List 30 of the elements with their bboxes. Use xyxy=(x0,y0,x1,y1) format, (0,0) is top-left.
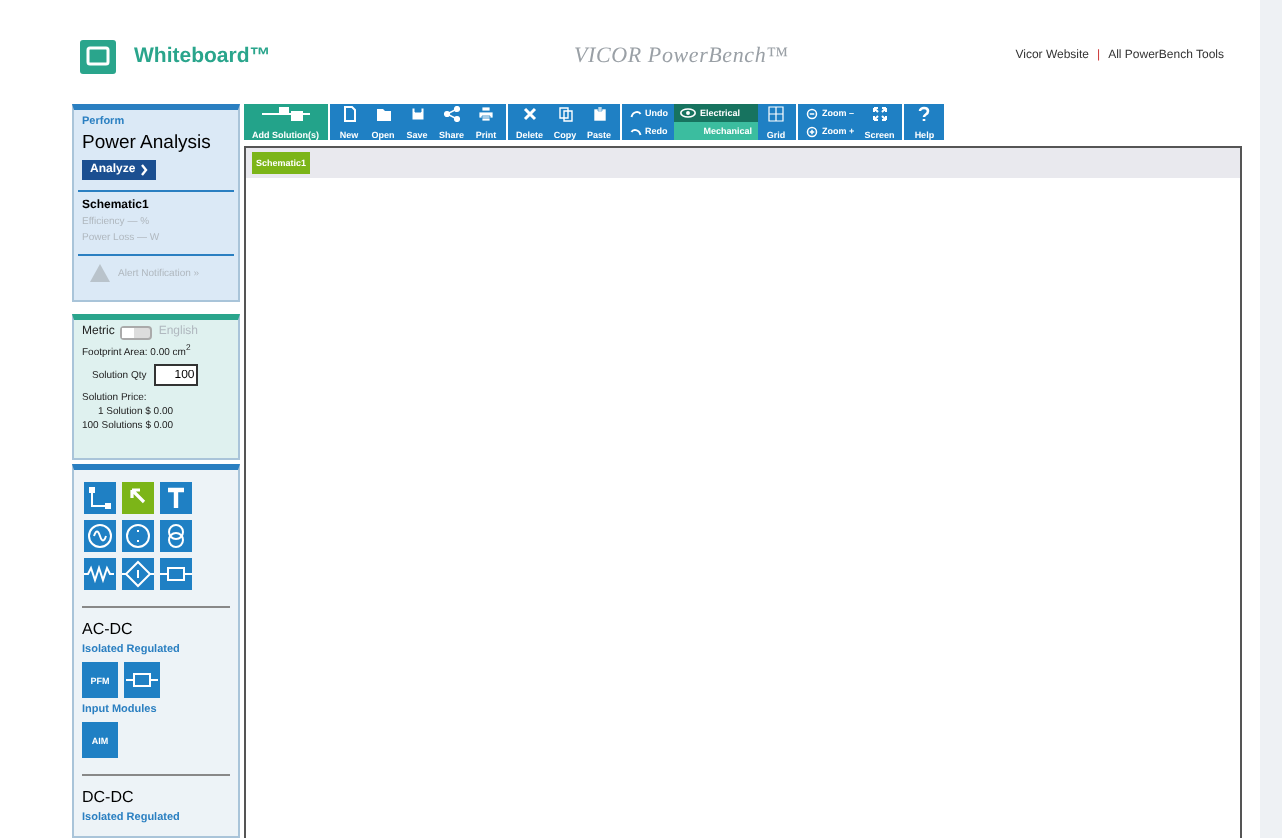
transformer-icon[interactable] xyxy=(160,520,192,552)
whiteboard-logo-icon xyxy=(80,39,116,73)
unit-toggle[interactable] xyxy=(120,325,153,340)
text-icon[interactable] xyxy=(160,482,192,514)
zoom-in-icon xyxy=(806,125,819,137)
x-icon xyxy=(521,106,538,122)
dc-source-icon[interactable] xyxy=(122,520,154,552)
share-icon xyxy=(443,106,460,122)
ac-source-icon[interactable] xyxy=(84,520,116,552)
brand-title: VICOR PowerBench™ xyxy=(574,44,789,68)
resistor-icon[interactable] xyxy=(84,558,116,590)
folder-icon xyxy=(375,106,391,122)
chevron-icon xyxy=(139,164,148,176)
warning-icon xyxy=(90,264,110,282)
diode-bridge-icon[interactable] xyxy=(122,558,154,590)
connector-icon xyxy=(261,106,310,122)
panel-title: Power Analysis xyxy=(82,132,213,154)
eye-icon xyxy=(680,108,697,118)
question-mark-icon xyxy=(916,106,933,122)
section-title: DC-DC xyxy=(82,788,136,806)
section-title: AC-DC xyxy=(82,620,135,638)
grid-icon xyxy=(768,106,785,122)
zoom-out-icon xyxy=(806,107,819,119)
module-icon[interactable] xyxy=(160,558,192,590)
pointer-icon[interactable] xyxy=(122,482,154,514)
document-icon xyxy=(341,106,357,122)
module-icon[interactable] xyxy=(124,662,160,698)
connector-icon[interactable] xyxy=(84,482,116,514)
fullscreen-icon xyxy=(871,106,888,122)
app-title: Whiteboard™ xyxy=(134,44,273,68)
